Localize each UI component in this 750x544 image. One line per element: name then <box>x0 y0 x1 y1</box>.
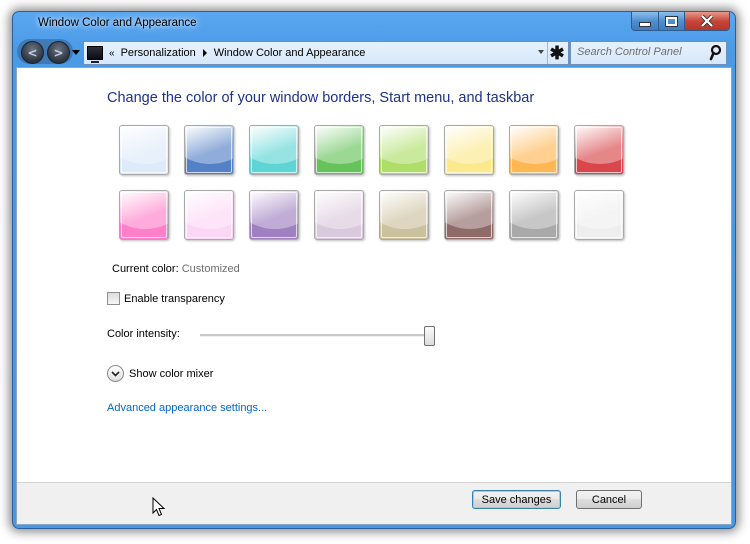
swatch-inner-border <box>381 192 427 238</box>
minimize-icon <box>639 21 651 27</box>
dialog-footer: Save changes Cancel <box>16 482 732 525</box>
window-title: Window Color and Appearance <box>38 17 197 29</box>
show-color-mixer-toggle[interactable]: Show color mixer <box>107 365 213 382</box>
color-swatch-taupe[interactable] <box>379 190 429 240</box>
swatch-inner-border <box>316 127 362 173</box>
swatch-inner-border <box>446 127 492 173</box>
current-color-label: Current color: <box>112 263 179 275</box>
breadcrumb-window-color[interactable]: Window Color and Appearance <box>214 47 366 59</box>
color-swatch-sky[interactable] <box>119 125 169 175</box>
search-placeholder: Search Control Panel <box>577 46 682 58</box>
advanced-appearance-settings-link[interactable]: Advanced appearance settings... <box>107 402 267 414</box>
swatch-inner-border <box>381 127 427 173</box>
forward-button[interactable]: > <box>47 41 70 64</box>
cancel-button[interactable]: Cancel <box>576 490 642 509</box>
swatch-inner-border <box>511 127 557 173</box>
maximize-icon <box>665 15 678 27</box>
current-color-value: Customized <box>181 263 240 275</box>
forward-arrow-icon: > <box>53 45 64 60</box>
swatch-inner-border <box>316 192 362 238</box>
breadcrumb-separator-icon[interactable] <box>202 49 207 57</box>
swatch-inner-border <box>251 127 297 173</box>
search-icon[interactable] <box>709 45 721 61</box>
caption-buttons <box>631 12 730 31</box>
maximize-button[interactable] <box>659 12 685 30</box>
breadcrumb-personalization[interactable]: Personalization <box>121 47 196 59</box>
color-swatch-twilight[interactable] <box>184 125 234 175</box>
swatch-inner-border <box>251 192 297 238</box>
control-panel-icon <box>87 46 103 63</box>
color-swatch-chocolate[interactable] <box>444 190 494 240</box>
color-intensity-slider-track[interactable] <box>200 334 433 337</box>
address-bar[interactable]: « Personalization Window Color and Appea… <box>83 41 569 65</box>
current-color-row: Current color: Customized <box>112 263 240 275</box>
color-swatch-frost[interactable] <box>574 190 624 240</box>
color-intensity-label: Color intensity: <box>107 328 180 340</box>
color-swatch-violet[interactable] <box>249 190 299 240</box>
color-intensity-slider-thumb[interactable] <box>424 326 435 346</box>
refresh-button[interactable]: ✱ <box>548 42 566 64</box>
color-swatch-slate[interactable] <box>509 190 559 240</box>
swatch-inner-border <box>121 127 167 173</box>
color-swatch-ruby[interactable] <box>574 125 624 175</box>
color-swatch-sea[interactable] <box>249 125 299 175</box>
swatch-inner-border <box>186 127 232 173</box>
save-changes-button[interactable]: Save changes <box>472 490 561 509</box>
breadcrumb-overflow-chevron[interactable]: « <box>109 48 115 59</box>
close-button[interactable] <box>685 12 729 30</box>
control-panel-window: Window Color and Appearance < > « Person… <box>12 11 736 529</box>
enable-transparency-checkbox[interactable]: Enable transparency <box>107 292 225 305</box>
color-swatch-lime[interactable] <box>379 125 429 175</box>
transparency-checkbox-box[interactable] <box>107 292 120 305</box>
footer-divider <box>17 482 731 483</box>
color-swatch-blush[interactable] <box>184 190 234 240</box>
show-color-mixer-label: Show color mixer <box>129 367 214 380</box>
swatch-inner-border <box>186 192 232 238</box>
address-history-dropdown-icon[interactable] <box>538 50 544 54</box>
refresh-icon: ✱ <box>549 42 565 63</box>
back-button[interactable]: < <box>21 41 44 64</box>
mouse-cursor-icon <box>152 497 166 517</box>
color-swatch-grid <box>119 125 624 240</box>
color-swatch-fuchsia[interactable] <box>119 190 169 240</box>
swatch-inner-border <box>576 127 622 173</box>
main-content: Change the color of your window borders,… <box>16 67 732 484</box>
back-arrow-icon: < <box>27 45 38 60</box>
minimize-button[interactable] <box>632 12 659 30</box>
chevron-down-icon[interactable] <box>107 365 124 382</box>
page-heading: Change the color of your window borders,… <box>107 90 535 106</box>
color-swatch-lavender[interactable] <box>314 190 364 240</box>
color-swatch-sun[interactable] <box>444 125 494 175</box>
swatch-inner-border <box>446 192 492 238</box>
swatch-inner-border <box>121 192 167 238</box>
swatch-inner-border <box>511 192 557 238</box>
transparency-label: Enable transparency <box>124 292 225 305</box>
search-input[interactable]: Search Control Panel <box>570 41 727 65</box>
swatch-inner-border <box>576 192 622 238</box>
recent-pages-dropdown-icon[interactable] <box>72 50 80 55</box>
color-swatch-pumpkin[interactable] <box>509 125 559 175</box>
close-icon <box>700 15 714 27</box>
color-swatch-leaf[interactable] <box>314 125 364 175</box>
